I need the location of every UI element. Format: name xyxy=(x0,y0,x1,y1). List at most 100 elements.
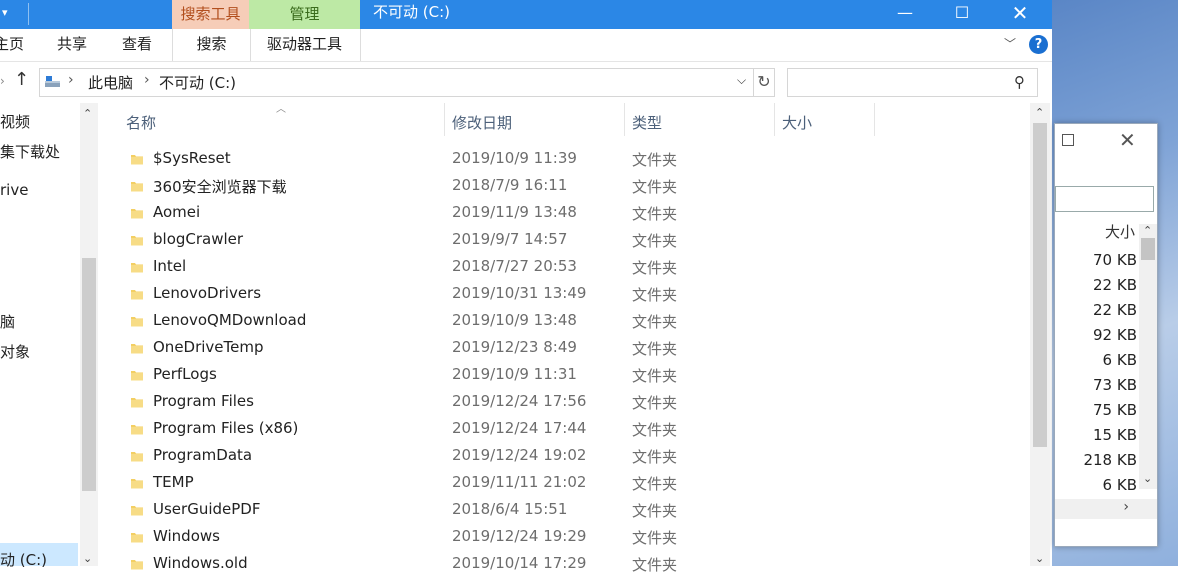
column-divider[interactable] xyxy=(874,103,875,136)
ribbon-tabs: 主页 共享 查看 搜索 驱动器工具 ﹀ ? xyxy=(0,29,1052,62)
file-modified-date: 2018/6/4 15:51 xyxy=(452,500,568,518)
folder-icon xyxy=(131,425,143,435)
address-dropdown-icon[interactable]: ⌵ xyxy=(737,73,746,88)
file-type: 文件夹 xyxy=(632,529,678,547)
scroll-down-icon[interactable]: ⌄ xyxy=(1143,472,1152,485)
column-header-type[interactable]: 类型 xyxy=(632,112,662,133)
nav-item-onedrive[interactable]: rive xyxy=(0,181,28,199)
file-row[interactable]: Program Files 2019/12/24 17:56 文件夹 xyxy=(104,389,1024,416)
background-horizontal-scrollbar[interactable]: › xyxy=(1055,499,1157,519)
breadcrumb-this-pc[interactable]: 此电脑 xyxy=(88,72,133,93)
scroll-thumb[interactable] xyxy=(82,258,96,491)
background-vertical-scrollbar[interactable]: ⌃ ⌄ xyxy=(1139,224,1157,489)
scroll-up-icon[interactable]: ⌃ xyxy=(1143,224,1152,237)
column-divider[interactable] xyxy=(774,103,775,136)
file-modified-date: 2019/10/31 13:49 xyxy=(452,284,587,302)
refresh-button[interactable]: ↻ xyxy=(754,68,775,97)
file-modified-date: 2019/10/9 13:48 xyxy=(452,311,577,329)
divider xyxy=(28,3,29,25)
tab-search[interactable]: 搜索 xyxy=(172,29,251,61)
file-name: PerfLogs xyxy=(153,365,217,383)
file-list-scrollbar[interactable]: ⌃ ⌄ xyxy=(1030,103,1050,566)
close-icon[interactable]: ✕ xyxy=(1119,128,1136,152)
file-name: Windows xyxy=(153,527,220,545)
scroll-down-icon[interactable]: ⌄ xyxy=(1035,552,1044,565)
maximize-icon[interactable] xyxy=(1062,134,1074,146)
file-modified-date: 2019/11/9 13:48 xyxy=(452,203,577,221)
tab-drive-tools[interactable]: 驱动器工具 xyxy=(249,29,361,61)
manage-context-label: 管理 xyxy=(249,0,360,29)
scroll-thumb[interactable] xyxy=(1033,123,1047,447)
file-row[interactable]: Windows 2019/12/24 19:29 文件夹 xyxy=(104,524,1024,551)
nav-item-this-pc[interactable]: 脑 xyxy=(0,311,15,332)
maximize-button[interactable]: ☐ xyxy=(933,0,991,29)
file-type: 文件夹 xyxy=(632,232,678,250)
drive-icon xyxy=(45,76,60,87)
file-type: 文件夹 xyxy=(632,367,678,385)
file-row[interactable]: LenovoDrivers 2019/10/31 13:49 文件夹 xyxy=(104,281,1024,308)
size-value: 218 KB xyxy=(1083,451,1137,469)
up-button[interactable]: ↑ xyxy=(14,69,29,90)
file-row[interactable]: 360安全浏览器下载 2018/7/9 16:11 文件夹 xyxy=(104,173,1024,200)
file-row[interactable]: TEMP 2019/11/11 21:02 文件夹 xyxy=(104,470,1024,497)
file-name: Intel xyxy=(153,257,187,275)
folder-icon xyxy=(131,209,143,219)
file-row[interactable]: PerfLogs 2019/10/9 11:31 文件夹 xyxy=(104,362,1024,389)
minimize-button[interactable]: — xyxy=(876,0,934,29)
nav-item-drive-c[interactable]: 动 (C:) xyxy=(0,549,47,570)
file-row[interactable]: Program Files (x86) 2019/12/24 17:44 文件夹 xyxy=(104,416,1024,443)
folder-icon xyxy=(131,236,143,246)
file-type: 文件夹 xyxy=(632,502,678,520)
file-row[interactable]: LenovoQMDownload 2019/10/9 13:48 文件夹 xyxy=(104,308,1024,335)
search-input[interactable]: ⚲ xyxy=(787,68,1038,97)
file-row[interactable]: blogCrawler 2019/9/7 14:57 文件夹 xyxy=(104,227,1024,254)
size-value: 22 KB xyxy=(1093,276,1137,294)
nav-item-videos[interactable]: 视频 xyxy=(0,111,30,132)
chevron-right-icon[interactable]: › xyxy=(144,72,150,88)
file-modified-date: 2019/10/9 11:31 xyxy=(452,365,577,383)
file-modified-date: 2019/10/14 17:29 xyxy=(452,554,587,572)
recent-locations-icon[interactable]: › xyxy=(0,74,5,88)
scroll-up-icon[interactable]: ⌃ xyxy=(83,107,92,120)
file-row[interactable]: Windows.old 2019/10/14 17:29 文件夹 xyxy=(104,551,1024,578)
nav-item-3d-objects[interactable]: 对象 xyxy=(0,341,30,362)
column-header-name[interactable]: 名称 xyxy=(126,112,156,133)
file-type: 文件夹 xyxy=(632,340,678,358)
chevron-right-icon[interactable]: › xyxy=(68,72,74,88)
file-row[interactable]: ProgramData 2019/12/24 19:02 文件夹 xyxy=(104,443,1024,470)
scroll-thumb[interactable] xyxy=(1141,238,1155,260)
folder-icon xyxy=(131,317,143,327)
help-button[interactable]: ? xyxy=(1029,35,1048,54)
file-name: OneDriveTemp xyxy=(153,338,264,356)
search-tools-context-label: 搜索工具 xyxy=(172,0,249,29)
scroll-up-icon[interactable]: ⌃ xyxy=(1035,106,1044,119)
nav-pane-scrollbar[interactable]: ⌃ ⌄ xyxy=(80,103,98,566)
quick-access-dropdown-icon[interactable]: ▾ xyxy=(2,6,8,19)
tab-share[interactable]: 共享 xyxy=(48,29,96,61)
file-row[interactable]: Intel 2018/7/27 20:53 文件夹 xyxy=(104,254,1024,281)
column-header-size[interactable]: 大小 xyxy=(782,112,812,133)
column-header-date[interactable]: 修改日期 xyxy=(452,112,512,133)
nav-item-downloads[interactable]: 集下载处 xyxy=(0,141,60,162)
size-value: 75 KB xyxy=(1093,401,1137,419)
file-row[interactable]: $SysReset 2019/10/9 11:39 文件夹 xyxy=(104,146,1024,173)
file-name: Aomei xyxy=(153,203,201,221)
breadcrumb-drive-c[interactable]: 不可动 (C:) xyxy=(159,72,236,93)
size-column-header[interactable]: 大小 xyxy=(1105,221,1135,242)
scroll-down-icon[interactable]: ⌄ xyxy=(83,552,92,565)
column-divider[interactable] xyxy=(444,103,445,136)
file-row[interactable]: UserGuidePDF 2018/6/4 15:51 文件夹 xyxy=(104,497,1024,524)
file-row[interactable]: Aomei 2019/11/9 13:48 文件夹 xyxy=(104,200,1024,227)
close-button[interactable]: ✕ xyxy=(991,0,1049,29)
tab-view[interactable]: 查看 xyxy=(113,29,161,61)
background-explorer-window[interactable]: ✕ 大小 70 KB 22 KB 22 KB 92 KB 6 KB 73 KB … xyxy=(1054,123,1158,547)
tab-home[interactable]: 主页 xyxy=(0,29,24,61)
chevron-down-icon[interactable]: ﹀ xyxy=(1004,35,1016,52)
column-divider[interactable] xyxy=(624,103,625,136)
title-bar[interactable]: ▾ 搜索工具 管理 不可动 (C:) — ☐ ✕ xyxy=(0,0,1052,29)
scroll-right-icon[interactable]: › xyxy=(1123,499,1129,515)
background-search-box[interactable] xyxy=(1055,186,1154,212)
file-name: $SysReset xyxy=(153,149,231,167)
address-bar[interactable]: › 此电脑 › 不可动 (C:) ⌵ xyxy=(39,68,754,97)
file-row[interactable]: OneDriveTemp 2019/12/23 8:49 文件夹 xyxy=(104,335,1024,362)
